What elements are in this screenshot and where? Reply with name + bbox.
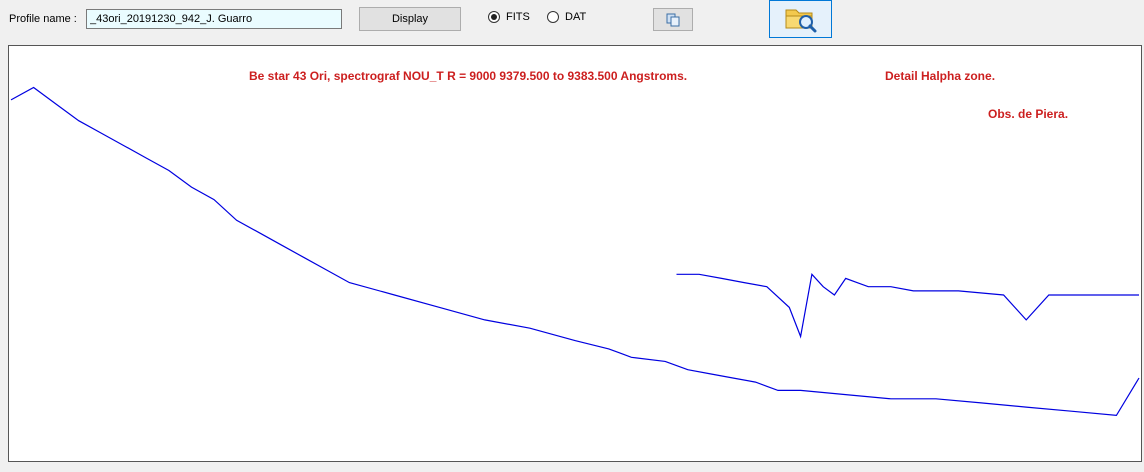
copy-button[interactable] [653,8,693,31]
profile-name-input[interactable] [86,9,342,29]
spectrum-series-1 [676,272,1139,339]
folder-search-icon [785,9,816,33]
spectrum-series-0 [10,86,1140,417]
detail-annotation: Detail Halpha zone. [885,69,996,83]
dat-radio[interactable]: DAT [547,11,586,23]
radio-dot [547,11,559,23]
radio-dot-selected [488,11,500,23]
spectrum-chart [10,86,1140,417]
toolbar: Profile name : Display FITS DAT [0,0,1144,44]
dat-label: DAT [565,11,587,23]
copy-icon [666,13,680,26]
open-folder-button[interactable] [769,0,832,38]
spectrum-plot: Be star 43 Ori, spectrograf NOU_T R = 90… [8,45,1142,462]
spectrum-title-annotation: Be star 43 Ori, spectrograf NOU_T R = 90… [249,69,688,83]
display-button[interactable]: Display [359,7,461,31]
fits-label: FITS [506,11,530,23]
fits-radio[interactable]: FITS [488,11,530,23]
observatory-annotation: Obs. de Piera. [988,107,1069,121]
profile-name-label: Profile name : [9,13,77,25]
